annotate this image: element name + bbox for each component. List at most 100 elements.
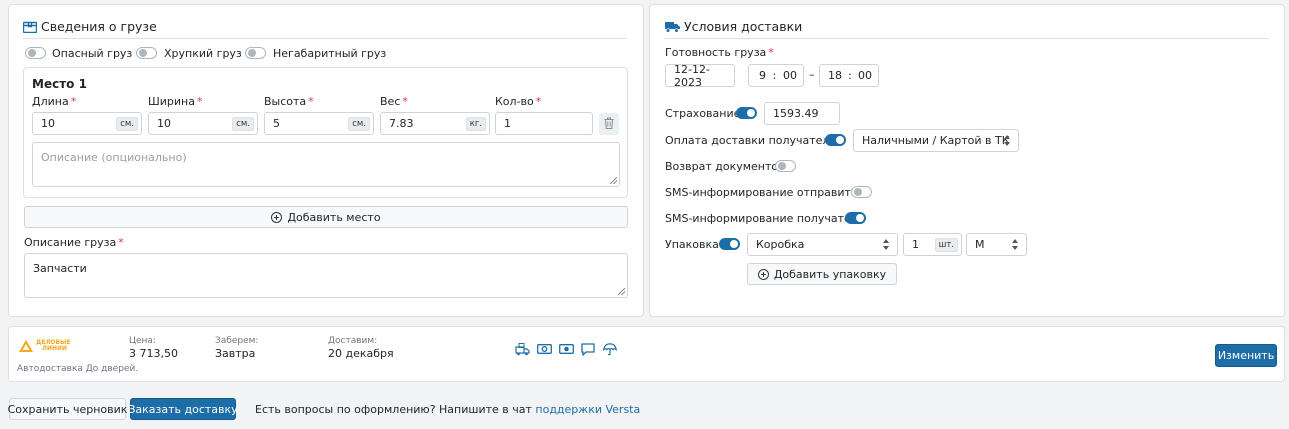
cargo-panel-title: Сведения о грузе [23,19,157,34]
recipient-pays-label: Оплата доставки получателем [665,134,845,147]
qty-input[interactable]: 1 [495,112,593,135]
packaging-qty-input[interactable]: 1 шт. [903,233,962,256]
plus-circle-icon [271,211,283,223]
add-packaging-label: Добавить упаковку [773,267,887,281]
sms-recipient-toggle[interactable] [845,212,866,224]
time-to-minutes: 00 [858,69,872,82]
packaging-type-value: Коробка [756,238,805,251]
place-title: Место 1 [32,77,87,91]
order-delivery-button[interactable]: Заказать доставку [128,398,238,420]
price-value: 3 713,50 [129,347,178,360]
packaging-qty-value: 1 [912,238,919,251]
chat-icon [581,343,595,359]
add-place-label: Добавить место [287,210,381,224]
carrier-logo-icon [19,340,33,352]
time-to-input[interactable]: 18 : 00 [819,64,879,87]
dangerous-cargo-label: Опасный груз [52,47,133,60]
price-label: Цена: [129,336,156,346]
sms-sender-toggle[interactable] [851,186,872,198]
carrier-logo: ДЕЛОВЫЕ ЛИНИИ [19,340,70,352]
length-input[interactable]: 10 см. [32,112,142,135]
resize-grip-icon[interactable] [610,177,617,184]
payment-method-value: Наличными / Картой в ТК [862,134,1010,147]
add-place-button[interactable]: Добавить место [24,206,628,228]
length-unit: см. [116,117,138,131]
save-draft-label: Сохранить черновик [7,402,128,416]
cargo-description-label: Описание груза * [24,236,124,249]
change-carrier-label: Изменить [1217,349,1275,362]
insurance-input[interactable]: 1593.49 [764,102,840,125]
pickup-label: Заберем: [215,336,259,346]
resize-grip-icon[interactable] [618,288,625,295]
sms-sender-label: SMS-информирование отправителя [665,186,872,199]
place-description-placeholder: Описание (опционально) [41,151,187,164]
return-docs-toggle[interactable] [775,160,796,172]
packaging-label: Упаковка [665,238,719,251]
length-value: 10 [41,117,55,130]
fragile-cargo-toggle[interactable] [136,47,157,59]
recipient-pays-toggle[interactable] [825,134,846,146]
return-docs-label: Возврат документов [665,160,785,173]
weight-unit: кг. [465,117,486,131]
packaging-size-value: M [975,238,985,251]
time-range-dash: – [809,68,815,81]
deliver-label: Доставим: [328,336,378,346]
time-from-colon: : [772,69,777,82]
packaging-toggle[interactable] [719,238,740,250]
sms-recipient-label: SMS-информирование получателя [665,212,865,225]
place-description-textarea[interactable]: Описание (опционально) [32,142,620,187]
time-to-hours: 18 [828,69,842,82]
time-from-minutes: 00 [783,69,797,82]
fragile-cargo-label: Хрупкий груз [164,47,242,60]
qty-value: 1 [504,117,511,130]
payment-method-select[interactable]: Наличными / Картой в ТК [853,129,1019,152]
delivery-panel-title: Условия доставки [665,19,802,34]
delivery-title-text: Условия доставки [684,19,803,34]
cargo-title-text: Сведения о грузе [41,19,157,34]
packaging-size-select[interactable]: M [966,233,1027,256]
help-text-content: Есть вопросы по оформлению? Напишите в ч… [255,403,532,416]
packaging-type-select[interactable]: Коробка [747,233,898,256]
insurance-label: Страхование [665,107,741,120]
qty-label: Кол-во * [495,95,542,108]
pickup-value: Завтра [215,347,256,360]
height-value: 5 [273,117,280,130]
height-label: Высота * [264,95,314,108]
width-label: Ширина * [148,95,203,108]
change-carrier-button[interactable]: Изменить [1215,344,1277,367]
insurance-toggle[interactable] [736,107,757,119]
delivery-divider [665,38,1269,39]
carrier-logo-text-2: ЛИНИИ [42,345,68,352]
time-from-input[interactable]: 9 : 00 [748,64,804,87]
width-value: 10 [157,117,171,130]
carrier-summary-panel [8,326,1285,382]
oversized-cargo-toggle[interactable] [245,47,266,59]
readiness-label: Готовность груза * [665,46,774,59]
box-icon [23,20,37,33]
readiness-date-input[interactable]: 12-12-2023 [665,62,735,89]
width-input[interactable]: 10 см. [148,112,258,135]
plus-circle-icon [757,268,769,280]
weight-input[interactable]: 7.83 кг. [380,112,490,135]
insurance-value: 1593.49 [773,107,819,120]
carrier-service-text: Автодоставка До дверей. [17,364,139,374]
cargo-description-textarea[interactable]: Запчасти [24,253,628,298]
height-input[interactable]: 5 см. [264,112,374,135]
help-text: Есть вопросы по оформлению? Напишите в ч… [255,403,640,416]
dangerous-cargo-toggle[interactable] [25,47,46,59]
width-unit: см. [232,117,254,131]
weight-label: Вес * [380,95,408,108]
cash-icon [537,343,552,358]
packaging-qty-unit: шт. [934,238,958,252]
readiness-date-value: 12-12-2023 [674,62,710,89]
save-draft-button[interactable]: Сохранить черновик [7,398,128,420]
time-to-colon: : [848,69,852,82]
umbrella-icon [602,343,618,359]
delete-place-button[interactable] [599,113,619,135]
weight-value: 7.83 [389,117,414,130]
trash-icon [604,117,614,132]
add-packaging-button[interactable]: Добавить упаковку [747,263,897,285]
truck-docs-icon [515,343,530,359]
cash-on-delivery-icon [559,343,574,358]
support-chat-link[interactable]: поддержки Versta [535,403,640,416]
